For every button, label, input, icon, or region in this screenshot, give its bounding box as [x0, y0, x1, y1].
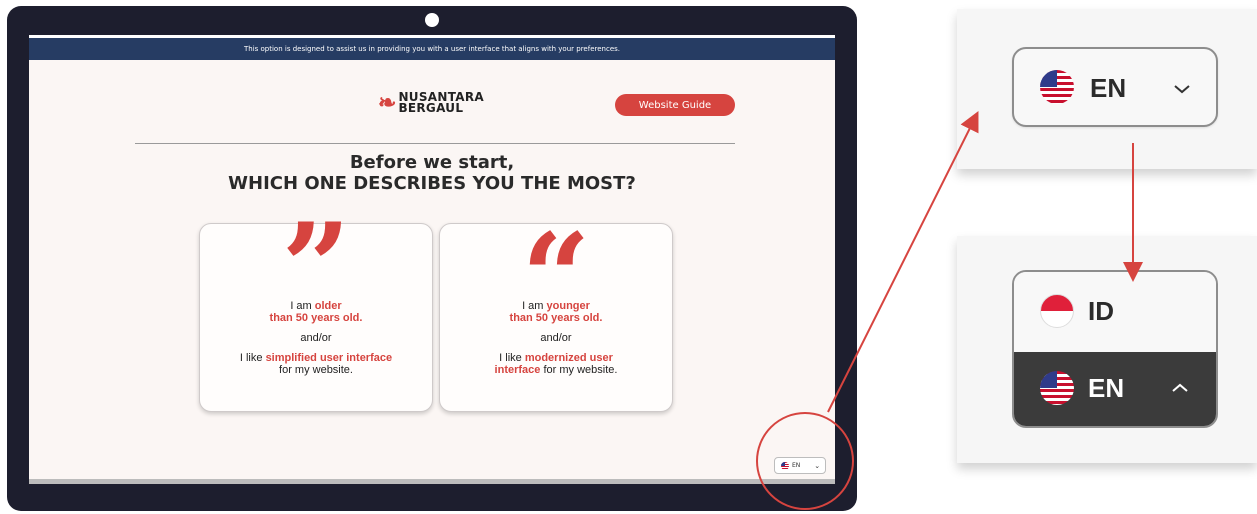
- zoom-arrow: [827, 111, 979, 413]
- annotation-arrows: [827, 111, 1143, 413]
